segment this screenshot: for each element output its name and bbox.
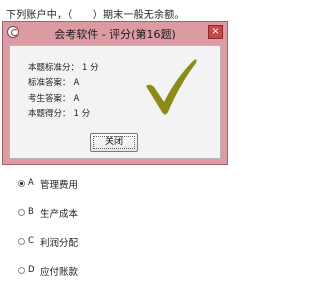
option-d-text: 应付账款 (40, 267, 79, 278)
close-dialog-button[interactable]: 关闭 (90, 133, 138, 152)
option-c-radio[interactable] (18, 238, 25, 245)
dialog-title: 会考软件 - 评分(第16题) (54, 28, 176, 41)
standard-score-label: 本题标准分： (28, 63, 80, 73)
standard-answer-label: 标准答案： (28, 78, 71, 88)
dialog-titlebar[interactable]: 会考软件 - 评分(第16题) × (3, 22, 227, 43)
dialog-content: 本题标准分： 1 分 标准答案： A 考生答案： A 本题得分： 1 分 关闭 (9, 45, 221, 159)
checkmark-icon (146, 59, 197, 115)
earned-score-row: 本题得分： 1 分 (28, 107, 90, 119)
option-d-letter: D (28, 265, 35, 275)
option-d[interactable]: D 应付账款 (18, 264, 168, 278)
option-b-letter: B (28, 207, 34, 217)
question-text: 下列账户中，（ ）期末一般无余额。 (6, 10, 185, 21)
option-b-text: 生产成本 (40, 209, 79, 220)
option-c-text: 利润分配 (40, 238, 79, 249)
window-close-button[interactable]: × (208, 25, 223, 39)
option-b-radio[interactable] (18, 209, 25, 216)
option-c[interactable]: C 利润分配 (18, 235, 168, 249)
option-a-text: 管理费用 (40, 180, 79, 191)
option-a[interactable]: A 管理费用 (18, 177, 168, 191)
earned-score-label: 本题得分： (28, 109, 71, 119)
option-b[interactable]: B 生产成本 (18, 206, 168, 220)
standard-score-value: 1 分 (82, 63, 99, 73)
score-dialog: 会考软件 - 评分(第16题) × 本题标准分： 1 分 标准答案： A 考生答案：… (2, 21, 228, 165)
student-answer-label: 考生答案： (28, 94, 71, 104)
student-answer-row: 考生答案： A (28, 92, 79, 104)
standard-answer-value: A (73, 78, 80, 88)
option-c-letter: C (28, 236, 34, 246)
student-answer-value: A (73, 94, 80, 104)
standard-answer-row: 标准答案： A (28, 76, 79, 88)
earned-score-value: 1 分 (73, 109, 91, 119)
standard-score-row: 本题标准分： 1 分 (28, 61, 99, 73)
option-a-letter: A (28, 178, 34, 188)
option-d-radio[interactable] (18, 267, 25, 274)
option-a-radio[interactable] (18, 180, 25, 187)
